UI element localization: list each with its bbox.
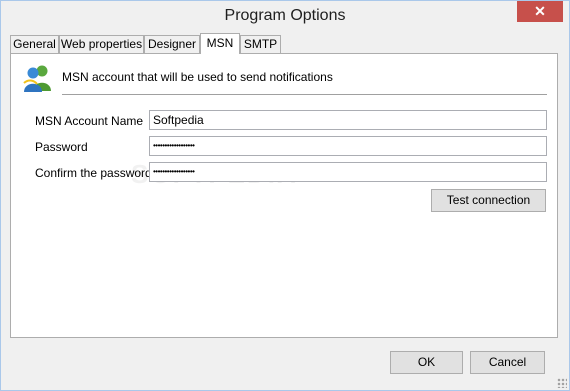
tab-msn[interactable]: MSN: [200, 33, 240, 54]
resize-grip[interactable]: [557, 378, 567, 388]
msn-description: MSN account that will be used to send no…: [62, 70, 333, 84]
cancel-button[interactable]: Cancel: [470, 351, 545, 374]
confirm-password-input[interactable]: ••••••••••••••••••: [149, 162, 547, 182]
tab-general[interactable]: General: [10, 35, 59, 53]
password-label: Password: [35, 140, 88, 154]
account-name-input[interactable]: [149, 110, 547, 130]
close-icon: ✕: [534, 3, 546, 19]
tab-designer[interactable]: Designer: [144, 35, 200, 53]
header-divider: [62, 94, 547, 95]
window-title: Program Options: [224, 7, 346, 24]
close-button[interactable]: ✕: [517, 1, 563, 22]
test-connection-button[interactable]: Test connection: [431, 189, 546, 212]
password-input[interactable]: ••••••••••••••••••: [149, 136, 547, 156]
tab-smtp[interactable]: SMTP: [240, 35, 281, 53]
title-bar[interactable]: Program Options ✕: [1, 1, 569, 32]
msn-messenger-icon: [23, 65, 51, 92]
program-options-window: Program Options ✕ General Web properties…: [0, 0, 570, 391]
confirm-password-label: Confirm the password: [35, 166, 152, 180]
msn-panel: MSN account that will be used to send no…: [10, 53, 558, 338]
ok-button[interactable]: OK: [390, 351, 463, 374]
account-name-label: MSN Account Name: [35, 114, 144, 128]
tab-web-properties[interactable]: Web properties: [59, 35, 144, 53]
